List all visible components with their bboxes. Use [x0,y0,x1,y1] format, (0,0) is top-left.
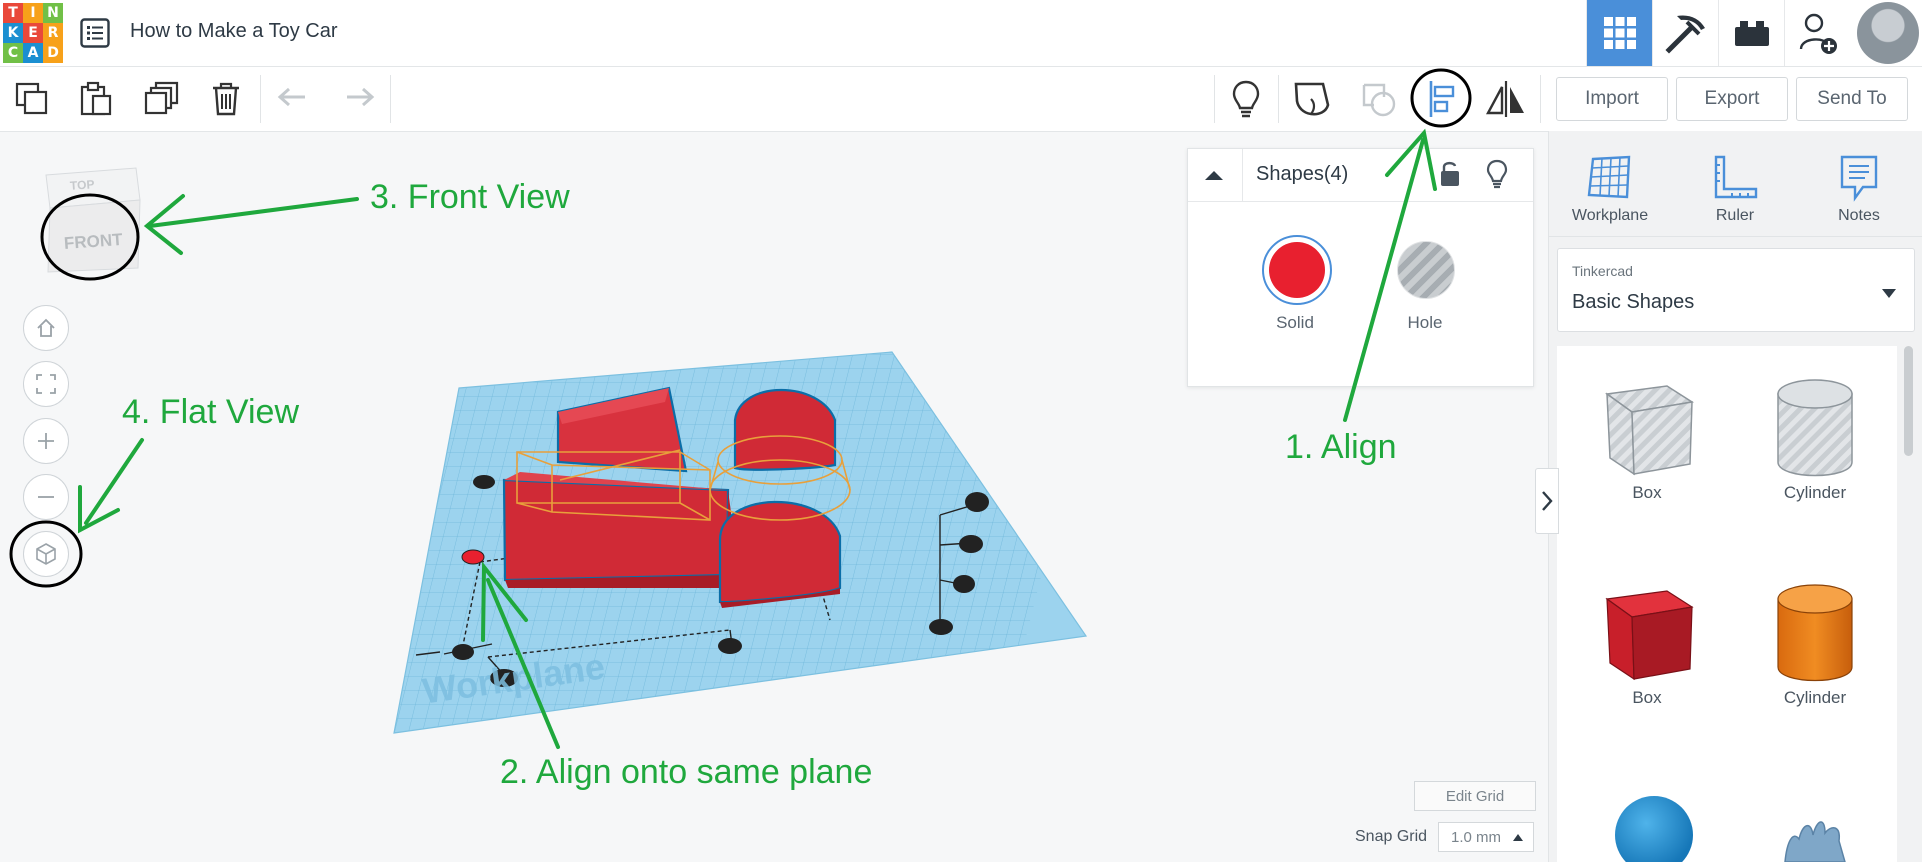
shape-label: Cylinder [1783,688,1847,707]
3d-design-grid-icon[interactable] [1586,0,1653,66]
view-cube[interactable]: TOP FRONT [36,160,146,275]
shape-inspector: Shapes(4) Solid Hole [1187,148,1534,387]
export-button[interactable]: Export [1676,77,1788,121]
3d-viewport[interactable]: Workplane [380,340,1100,740]
pickaxe-icon[interactable] [1652,0,1719,66]
shape-label: Box [1632,483,1662,502]
right-panel: Workplane Ruler Notes Tinkercad Basic Sh… [1548,131,1922,862]
inspector-title: Shapes(4) [1256,163,1349,185]
shape-label: Cylinder [1783,483,1847,502]
logo-letter: E [23,23,43,43]
design-list-icon[interactable] [80,18,110,48]
toolbar: Import Export Send To [0,67,1922,132]
paste-icon[interactable] [64,67,128,131]
ruler-tool-label: Ruler [1715,207,1755,224]
logo-letter: K [3,23,23,43]
scribble-icon[interactable] [1779,801,1859,862]
fit-view-icon[interactable] [23,361,69,407]
shape-label: Box [1632,688,1662,707]
cylinder-hole-icon [1755,371,1875,483]
group-icon[interactable] [1346,67,1410,131]
import-button[interactable]: Import [1556,77,1668,121]
notes-icon [1804,149,1914,207]
workplane-tool[interactable]: Workplane [1555,149,1665,225]
shape-item[interactable]: Box [1587,576,1707,716]
cylinder-solid-icon [1755,576,1875,688]
snap-grid-select[interactable]: 1.0 mm [1438,822,1534,852]
logo-letter: N [43,3,63,23]
home-icon[interactable] [23,305,69,351]
snap-grid-label: Snap Grid [1355,828,1428,845]
lock-icon[interactable] [1438,159,1462,194]
ortho-view-icon[interactable] [23,531,69,577]
workplane-icon [1555,149,1665,207]
zoom-in-icon[interactable] [23,418,69,464]
box-solid-icon [1587,576,1707,688]
caret-up-icon [1513,834,1523,841]
annotation-align: 1. Align [1285,428,1397,466]
avatar[interactable] [1857,2,1919,64]
shape-item[interactable]: Cylinder [1755,576,1875,716]
view-cube-front-label: FRONT [63,229,124,254]
send-to-button[interactable]: Send To [1796,77,1908,121]
panel-scrollbar[interactable] [1904,346,1913,456]
duplicate-icon[interactable] [130,67,194,131]
annotation-front-view: 3. Front View [370,178,570,216]
light-bulb-icon[interactable] [1214,67,1278,131]
add-user-icon[interactable] [1784,0,1851,66]
snap-grid-value: 1.0 mm [1451,828,1502,846]
brick-icon[interactable] [1718,0,1785,66]
solid-color-button[interactable] [1262,235,1332,305]
note-shape-icon[interactable] [1280,67,1344,131]
solid-swatch [1269,242,1325,298]
top-bar: T I N K E R C A D How to Make a Toy Car [0,0,1922,67]
shape-grid: Box Cylinder Box Cylinder [1557,346,1897,862]
logo-letter: R [43,23,63,43]
align-icon[interactable] [1410,67,1474,131]
shape-library-dropdown[interactable]: Tinkercad Basic Shapes [1557,248,1915,332]
logo-letter: D [43,43,63,63]
box-hole-icon [1587,371,1707,483]
ruler-icon [1680,149,1790,207]
mirror-icon[interactable] [1474,67,1538,131]
logo-letter: T [3,3,23,23]
collapse-caret-icon[interactable] [1202,163,1226,187]
view-cube-top-label: TOP [69,177,95,193]
workplane-tool-label: Workplane [1571,207,1649,224]
copy-icon[interactable] [0,67,64,131]
sphere-icon[interactable] [1615,796,1695,862]
annotation-align-plane: 2. Align onto same plane [500,753,873,791]
shape-item[interactable]: Box [1587,371,1707,511]
ruler-tool[interactable]: Ruler [1680,149,1790,225]
tinkercad-logo[interactable]: T I N K E R C A D [3,3,63,63]
hole-button[interactable] [1397,241,1455,299]
delete-icon[interactable] [194,67,258,131]
inspector-header: Shapes(4) [1188,149,1533,202]
shape-item[interactable]: Cylinder [1755,371,1875,511]
notes-tool-label: Notes [1838,207,1880,224]
hole-label: Hole [1407,313,1443,332]
logo-letter: I [23,3,43,23]
logo-letter: A [23,43,43,63]
hide-bulb-icon[interactable] [1486,159,1508,194]
library-name: Basic Shapes [1572,291,1695,313]
edit-grid-button[interactable]: Edit Grid [1414,781,1536,811]
logo-letter: C [3,43,23,63]
undo-icon[interactable] [262,67,326,131]
panel-collapse-tab[interactable] [1535,468,1559,534]
annotation-flat-view: 4. Flat View [122,393,300,431]
chevron-down-icon [1882,285,1896,303]
redo-icon[interactable] [326,67,390,131]
notes-tool[interactable]: Notes [1804,149,1914,225]
solid-label: Solid [1276,313,1314,332]
design-title[interactable]: How to Make a Toy Car [130,20,338,43]
library-source: Tinkercad [1572,263,1633,279]
zoom-out-icon[interactable] [23,474,69,520]
